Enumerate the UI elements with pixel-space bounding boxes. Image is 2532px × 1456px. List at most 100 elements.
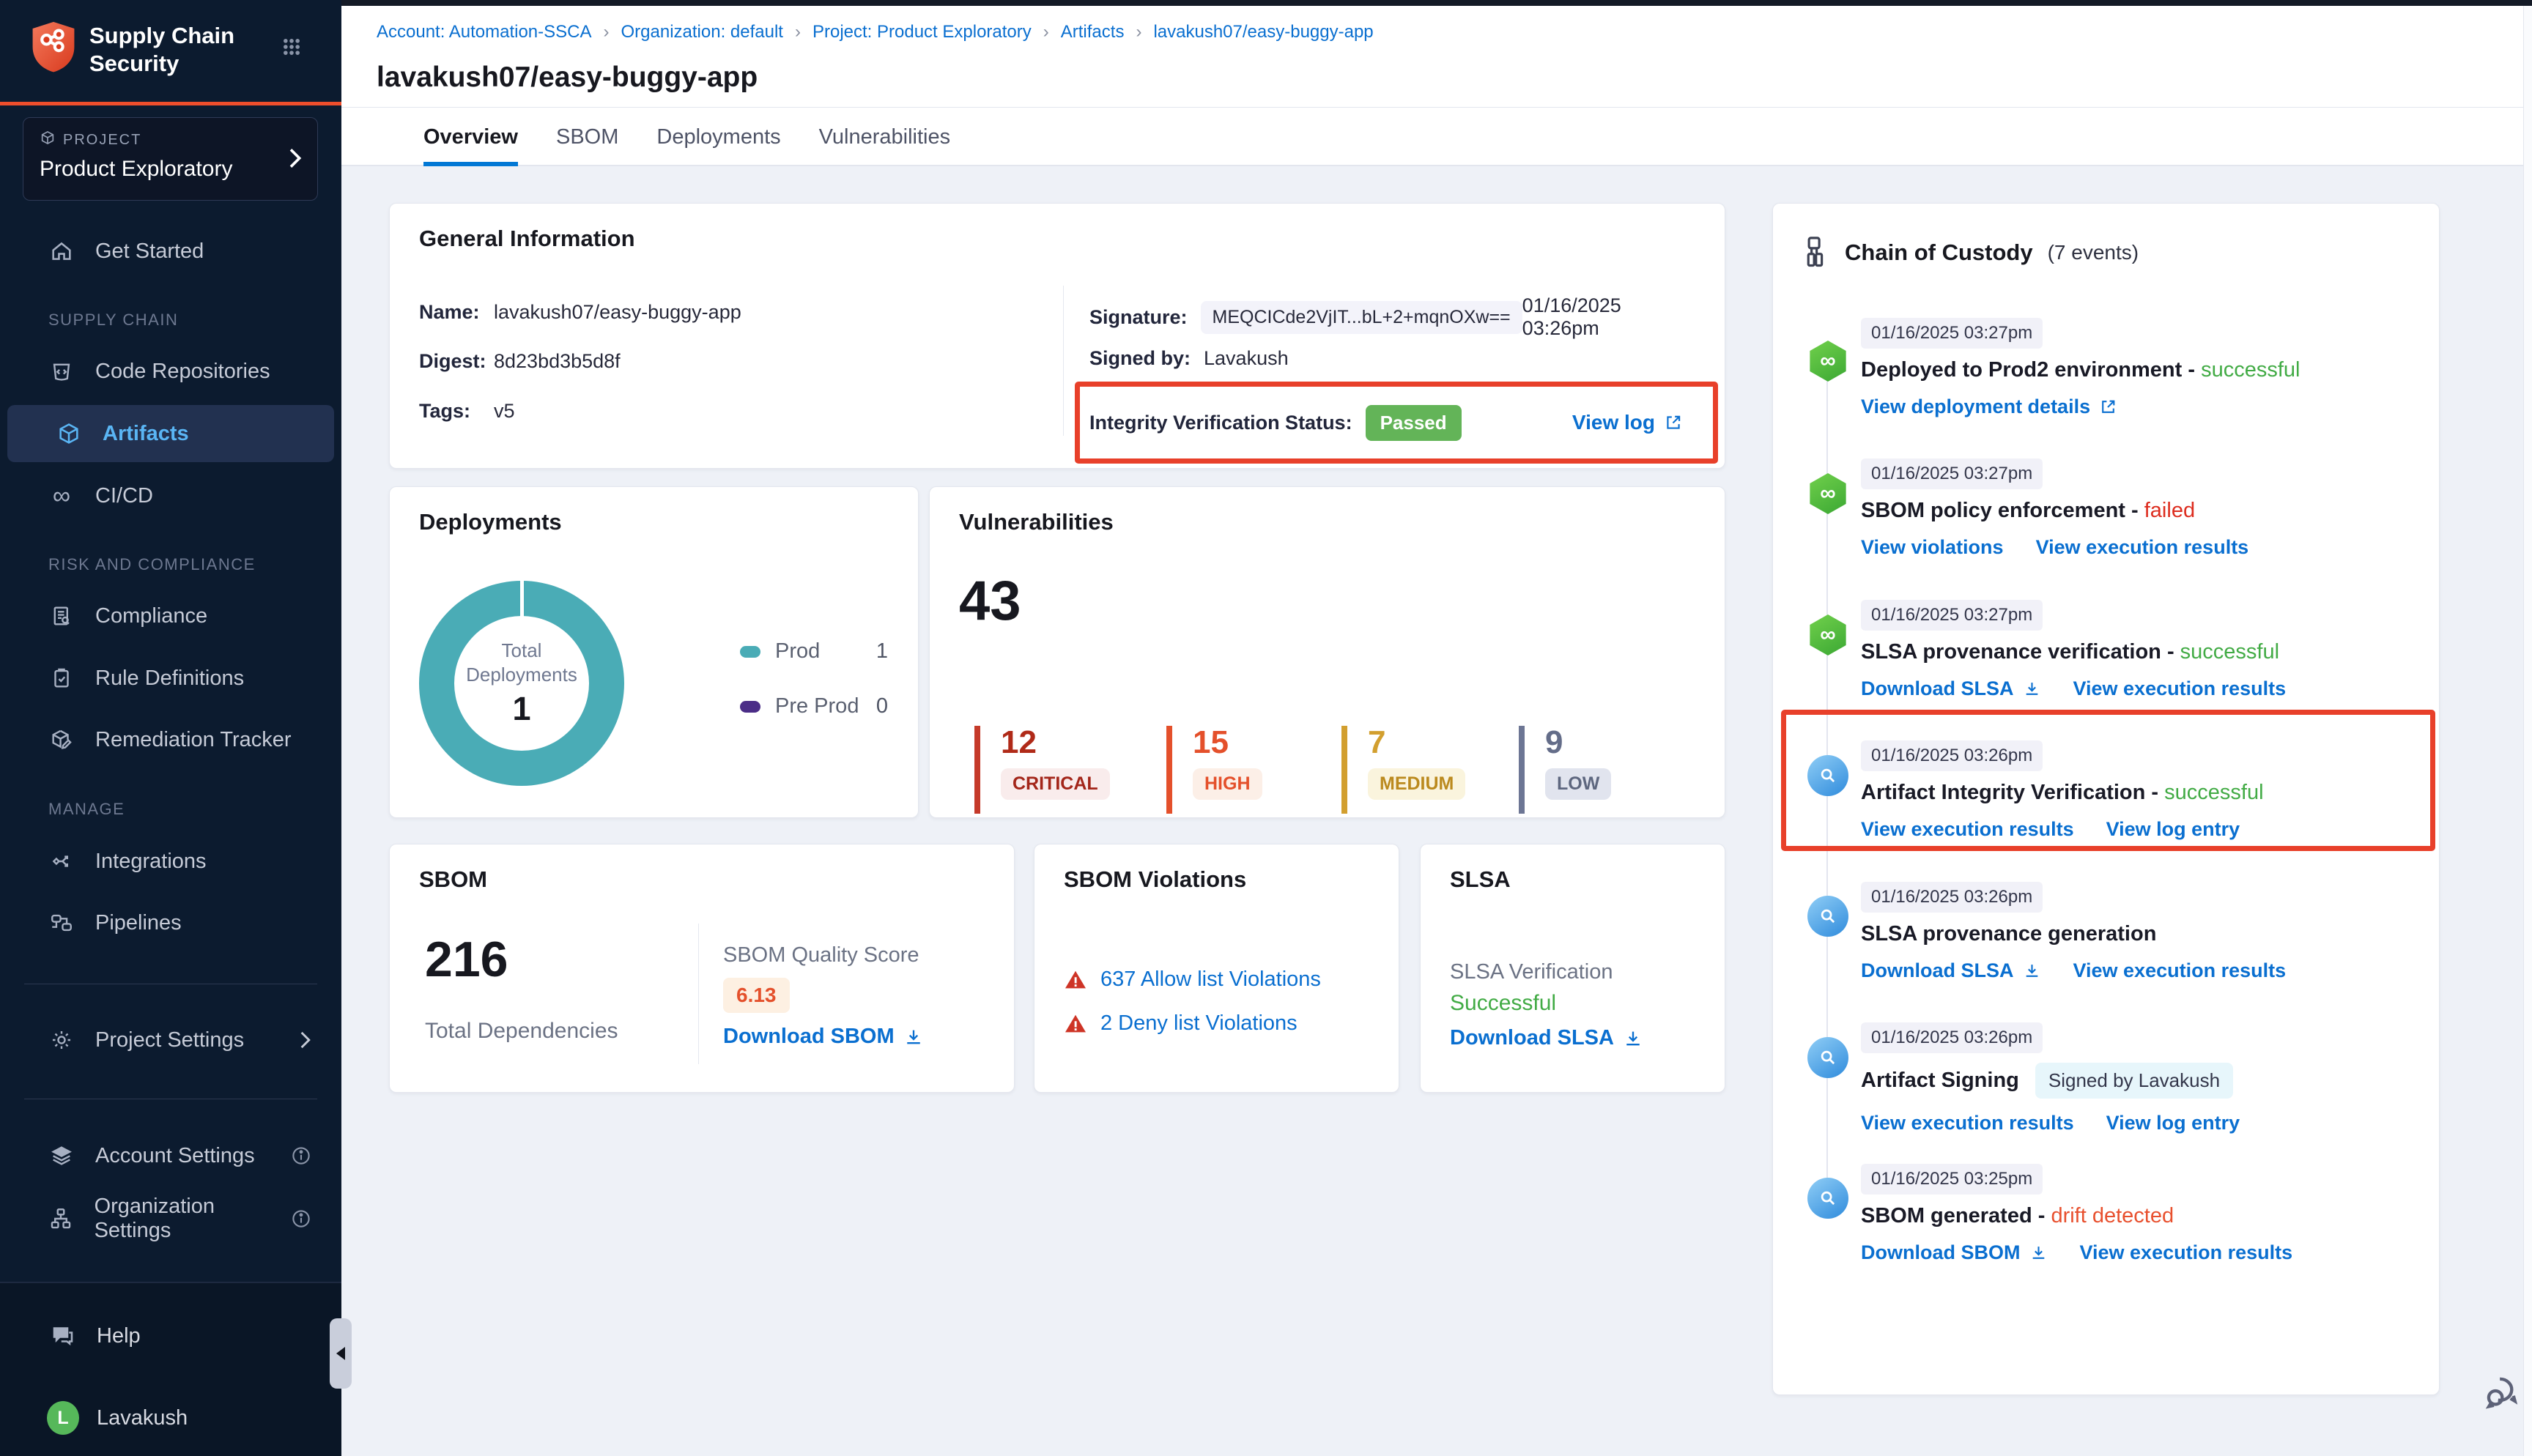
severity-badge: HIGH xyxy=(1193,768,1262,800)
download-icon xyxy=(2023,962,2041,980)
sidebar-item-cicd[interactable]: ∞ CI/CD xyxy=(0,467,341,524)
tab-vulnerabilities[interactable]: Vulnerabilities xyxy=(819,108,950,166)
home-icon xyxy=(47,239,76,264)
download-slsa-link[interactable]: Download SLSA xyxy=(1861,677,2041,700)
view-execution-results-link[interactable]: View execution results xyxy=(1861,1112,2074,1134)
tab-deployments[interactable]: Deployments xyxy=(656,108,780,166)
sidebar-item-code-repositories[interactable]: Code Repositories xyxy=(0,343,341,400)
brand-accent-bar xyxy=(0,102,341,105)
chain-of-custody-panel: Chain of Custody (7 events) ∞ 01/16/2025… xyxy=(1772,203,2440,1395)
allow-list-violations-row: 637 Allow list Violations xyxy=(1064,967,1321,992)
breadcrumb-separator: › xyxy=(795,22,801,42)
tab-overview[interactable]: Overview xyxy=(423,108,518,166)
download-sbom-link[interactable]: Download SBOM xyxy=(723,1025,924,1049)
code-repo-icon xyxy=(47,359,76,384)
help-button[interactable]: Help xyxy=(0,1310,341,1362)
artifact-tags: v5 xyxy=(494,400,515,423)
view-execution-results-link[interactable]: View execution results xyxy=(2036,536,2249,559)
gear-icon xyxy=(47,1028,76,1052)
card-title: SBOM Violations xyxy=(1064,866,1246,893)
severity-badge: LOW xyxy=(1545,768,1611,800)
breadcrumb-current[interactable]: lavakush07/easy-buggy-app xyxy=(1153,22,1373,42)
event-timestamp: 01/16/2025 03:27pm xyxy=(1861,458,2043,489)
sidebar-item-compliance[interactable]: Compliance xyxy=(0,587,341,645)
vulnerabilities-total: 43 xyxy=(959,569,1021,633)
event-title: Deployed to Prod2 environment - successf… xyxy=(1861,358,2425,382)
info-icon xyxy=(290,1208,312,1230)
user-menu[interactable]: L Lavakush xyxy=(0,1392,341,1444)
event-title: Artifact Signing Signed by Lavakush xyxy=(1861,1063,2425,1099)
scan-event-icon xyxy=(1807,755,1848,796)
breadcrumb-artifacts[interactable]: Artifacts xyxy=(1061,22,1125,42)
view-log-entry-link[interactable]: View log entry xyxy=(2106,1112,2240,1134)
total-deployments-value: 1 xyxy=(512,690,530,728)
artifact-box-icon xyxy=(54,421,84,446)
artifact-name: lavakush07/easy-buggy-app xyxy=(494,301,741,324)
tab-sbom[interactable]: SBOM xyxy=(556,108,618,166)
sidebar-item-pipelines[interactable]: Pipelines xyxy=(0,894,341,951)
box-edit-icon xyxy=(47,727,76,752)
download-icon xyxy=(2029,1244,2048,1262)
pre-prod-swatch xyxy=(740,701,760,713)
sbom-total-label: Total Dependencies xyxy=(425,1019,618,1044)
module-grid-icon[interactable] xyxy=(281,37,302,61)
page-header: Account: Automation-SSCA › Organization:… xyxy=(341,6,2532,108)
deny-list-violations-link[interactable]: 2 Deny list Violations xyxy=(1100,1011,1298,1036)
pipeline-event-icon: ∞ xyxy=(1807,341,1848,382)
event-status: drift detected xyxy=(2051,1204,2174,1228)
sidebar: Supply Chain Security PROJECT Product Ex… xyxy=(0,0,341,1456)
chain-event: 01/16/2025 03:25pm SBOM generated - drif… xyxy=(1861,1164,2425,1264)
pipeline-event-icon: ∞ xyxy=(1807,473,1848,514)
event-title: Artifact Integrity Verification - succes… xyxy=(1861,781,2425,805)
download-slsa-link[interactable]: Download SLSA xyxy=(1450,1026,1643,1050)
view-log-link[interactable]: View log xyxy=(1572,411,1683,434)
download-slsa-link[interactable]: Download SLSA xyxy=(1861,959,2041,982)
view-violations-link[interactable]: View violations xyxy=(1861,536,2004,559)
breadcrumb-organization[interactable]: Organization: default xyxy=(621,22,782,42)
event-timestamp: 01/16/2025 03:27pm xyxy=(1861,600,2043,631)
deployments-legend: Prod 1 Pre Prod 0 xyxy=(740,639,888,749)
sidebar-item-organization-settings[interactable]: Organization Settings xyxy=(0,1190,341,1247)
event-timestamp: 01/16/2025 03:27pm xyxy=(1861,318,2043,349)
event-title: SBOM generated - drift detected xyxy=(1861,1204,2425,1228)
sidebar-item-rule-definitions[interactable]: Rule Definitions xyxy=(0,650,341,707)
signature-label: Signature: xyxy=(1089,306,1188,329)
info-icon xyxy=(290,1145,312,1167)
prod-swatch xyxy=(740,646,760,658)
view-log-entry-link[interactable]: View log entry xyxy=(2106,818,2240,841)
view-execution-results-link[interactable]: View execution results xyxy=(1861,818,2074,841)
view-execution-results-link[interactable]: View execution results xyxy=(2080,1241,2293,1264)
download-sbom-link[interactable]: Download SBOM xyxy=(1861,1241,2048,1264)
app-title: Supply Chain Security xyxy=(89,19,234,78)
chevron-right-icon xyxy=(285,147,304,173)
sidebar-item-get-started[interactable]: Get Started xyxy=(0,223,341,280)
breadcrumb-project[interactable]: Project: Product Exploratory xyxy=(812,22,1032,42)
sidebar-item-account-settings[interactable]: Account Settings xyxy=(0,1127,341,1184)
project-selector[interactable]: PROJECT Product Exploratory xyxy=(23,117,318,201)
event-timestamp: 01/16/2025 03:26pm xyxy=(1861,1022,2043,1053)
scrollbar-track[interactable] xyxy=(2523,6,2532,1456)
severity-badge: MEDIUM xyxy=(1368,768,1465,800)
view-deployment-details-link[interactable]: View deployment details xyxy=(1861,395,2117,418)
download-icon xyxy=(903,1027,924,1047)
breadcrumb-account[interactable]: Account: Automation-SSCA xyxy=(377,22,591,42)
allow-list-violations-link[interactable]: 637 Allow list Violations xyxy=(1100,967,1321,992)
sidebar-item-remediation-tracker[interactable]: Remediation Tracker xyxy=(0,711,341,768)
hierarchy-icon xyxy=(1799,236,1830,270)
pipelines-icon xyxy=(47,910,76,935)
view-execution-results-link[interactable]: View execution results xyxy=(2073,677,2287,700)
sidebar-item-integrations[interactable]: Integrations xyxy=(0,833,341,890)
chat-support-icon[interactable] xyxy=(2482,1371,2525,1417)
integrations-icon xyxy=(47,849,76,874)
scan-event-icon xyxy=(1807,1178,1848,1219)
warning-icon xyxy=(1064,968,1087,992)
tabs-bar: Overview SBOM Deployments Vulnerabilitie… xyxy=(341,108,2532,166)
legend-item-prod: Prod 1 xyxy=(740,639,888,664)
slsa-card: SLSA SLSA Verification Successful Downlo… xyxy=(1420,844,1725,1093)
page-title: lavakush07/easy-buggy-app xyxy=(377,62,758,94)
severity-badge: CRITICAL xyxy=(1001,768,1110,800)
sidebar-item-project-settings[interactable]: Project Settings xyxy=(0,1011,341,1069)
view-execution-results-link[interactable]: View execution results xyxy=(2073,959,2287,982)
sidebar-collapse-handle[interactable] xyxy=(330,1318,352,1389)
sidebar-item-artifacts[interactable]: Artifacts xyxy=(7,405,334,462)
